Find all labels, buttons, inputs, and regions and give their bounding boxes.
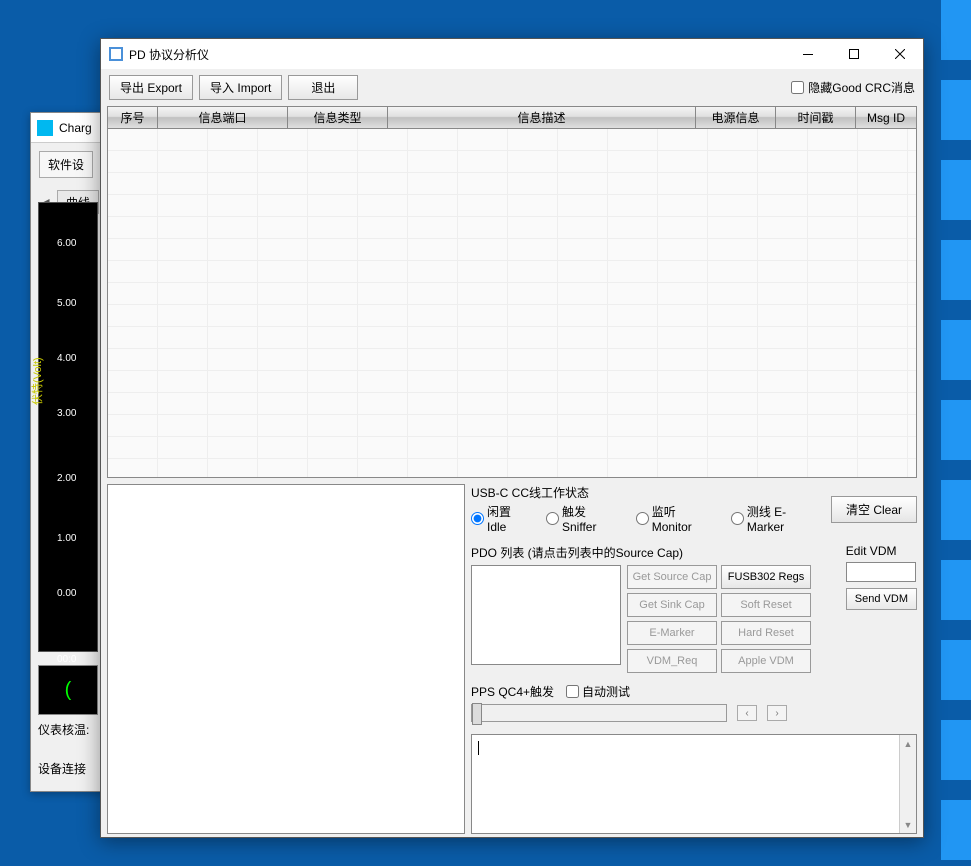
voltage-chart: 伏特(Volt) 6.00 5.00 4.00 3.00 2.00 1.00 0… [38,202,98,652]
y-tick: 1.00 [57,533,76,544]
scroll-up-icon[interactable]: ▲ [900,735,916,752]
vdm-input[interactable] [846,562,916,582]
radio-idle-text: 闲置 Idle [487,503,532,534]
col-time[interactable]: 时间戳 [776,107,856,128]
vdm-req-button[interactable]: VDM_Req [627,649,717,673]
radio-sniffer-label[interactable]: 触发 Sniffer [546,503,622,534]
auto-test-text: 自动测试 [582,683,630,700]
radio-idle[interactable] [471,512,484,525]
soft-reset-button[interactable]: Soft Reset [721,593,811,617]
col-desc[interactable]: 信息描述 [388,107,696,128]
radio-monitor-text: 监听 Monitor [652,503,717,534]
table-body-empty[interactable] [108,129,916,477]
fusb302-regs-button[interactable]: FUSB302 Regs [721,565,811,589]
device-connection-label: 设备连接 [38,760,98,777]
hide-crc-checkbox-label[interactable]: 隐藏Good CRC消息 [791,79,915,96]
y-tick: 5.00 [57,298,76,309]
app-icon [109,47,123,61]
pps-label: PPS QC4+触发 [471,683,554,700]
emarker-button[interactable]: E-Marker [627,621,717,645]
x-tick: 00:0 [57,654,76,665]
scroll-down-icon[interactable]: ▼ [900,816,916,833]
chart-y-axis-label: 伏特(Volt) [29,357,45,405]
col-power[interactable]: 电源信息 [696,107,776,128]
log-panel[interactable] [107,484,465,834]
import-button[interactable]: 导入 Import [199,75,282,100]
radio-idle-label[interactable]: 闲置 Idle [471,503,532,534]
radio-emarker-label[interactable]: 测线 E-Marker [731,503,821,534]
get-sink-cap-button[interactable]: Get Sink Cap [627,593,717,617]
radio-sniffer-text: 触发 Sniffer [562,503,622,534]
pps-slider[interactable] [471,704,727,722]
toolbar: 导出 Export 导入 Import 退出 隐藏Good CRC消息 [101,69,923,106]
hide-crc-checkbox[interactable] [791,81,804,94]
maximize-button[interactable] [831,39,877,69]
edit-vdm-label: Edit VDM [846,544,917,558]
exit-button[interactable]: 退出 [288,75,358,100]
console-output[interactable]: ▲ ▼ [471,734,917,834]
auto-test-checkbox[interactable] [566,685,579,698]
y-tick: 4.00 [57,353,76,364]
apple-vdm-button[interactable]: Apple VDM [721,649,811,673]
pdo-listbox[interactable] [471,565,621,665]
get-source-cap-button[interactable]: Get Source Cap [627,565,717,589]
pd-analyzer-window: PD 协议分析仪 导出 Export 导入 Import 退出 隐藏Good C… [100,38,924,838]
software-settings-button[interactable]: 软件设 [39,151,93,178]
radio-sniffer[interactable] [546,512,559,525]
main-titlebar: PD 协议分析仪 [101,39,923,69]
meter-temp-label: 仪表核温: [38,721,98,738]
auto-test-checkbox-label[interactable]: 自动测试 [566,683,630,700]
message-table: 序号 信息端口 信息类型 信息描述 电源信息 时间戳 Msg ID [107,106,917,478]
col-port[interactable]: 信息端口 [158,107,288,128]
pdo-list-label: PDO 列表 (请点击列表中的Source Cap) [471,544,830,561]
radio-monitor[interactable] [636,512,649,525]
console-scrollbar[interactable]: ▲ ▼ [899,735,916,833]
export-button[interactable]: 导出 Export [109,75,193,100]
bg-title-text: Charg [59,121,92,135]
col-msgid[interactable]: Msg ID [856,107,916,128]
minimize-icon [803,54,813,55]
radio-monitor-label[interactable]: 监听 Monitor [636,503,717,534]
col-type[interactable]: 信息类型 [288,107,388,128]
clear-button[interactable]: 清空 Clear [831,496,917,523]
text-cursor [478,741,479,755]
slider-prev-button[interactable]: ‹ [737,705,757,721]
y-tick: 3.00 [57,408,76,419]
close-icon [895,49,905,59]
close-button[interactable] [877,39,923,69]
bg-app-icon [37,120,53,136]
minimize-button[interactable] [785,39,831,69]
window-title: PD 协议分析仪 [129,46,785,63]
slider-thumb[interactable] [472,703,482,725]
hard-reset-button[interactable]: Hard Reset [721,621,811,645]
radio-emarker-text: 测线 E-Marker [747,503,821,534]
y-tick: 2.00 [57,473,76,484]
maximize-icon [849,49,859,59]
cc-state-label: USB-C CC线工作状态 [471,484,821,501]
meter-display: ( [38,665,98,715]
slider-next-button[interactable]: › [767,705,787,721]
y-tick: 6.00 [57,238,76,249]
hide-crc-text: 隐藏Good CRC消息 [808,79,915,96]
send-vdm-button[interactable]: Send VDM [846,588,917,610]
col-seq[interactable]: 序号 [108,107,158,128]
table-header: 序号 信息端口 信息类型 信息描述 电源信息 时间戳 Msg ID [108,107,916,129]
y-tick: 0.00 [57,588,76,599]
radio-emarker[interactable] [731,512,744,525]
